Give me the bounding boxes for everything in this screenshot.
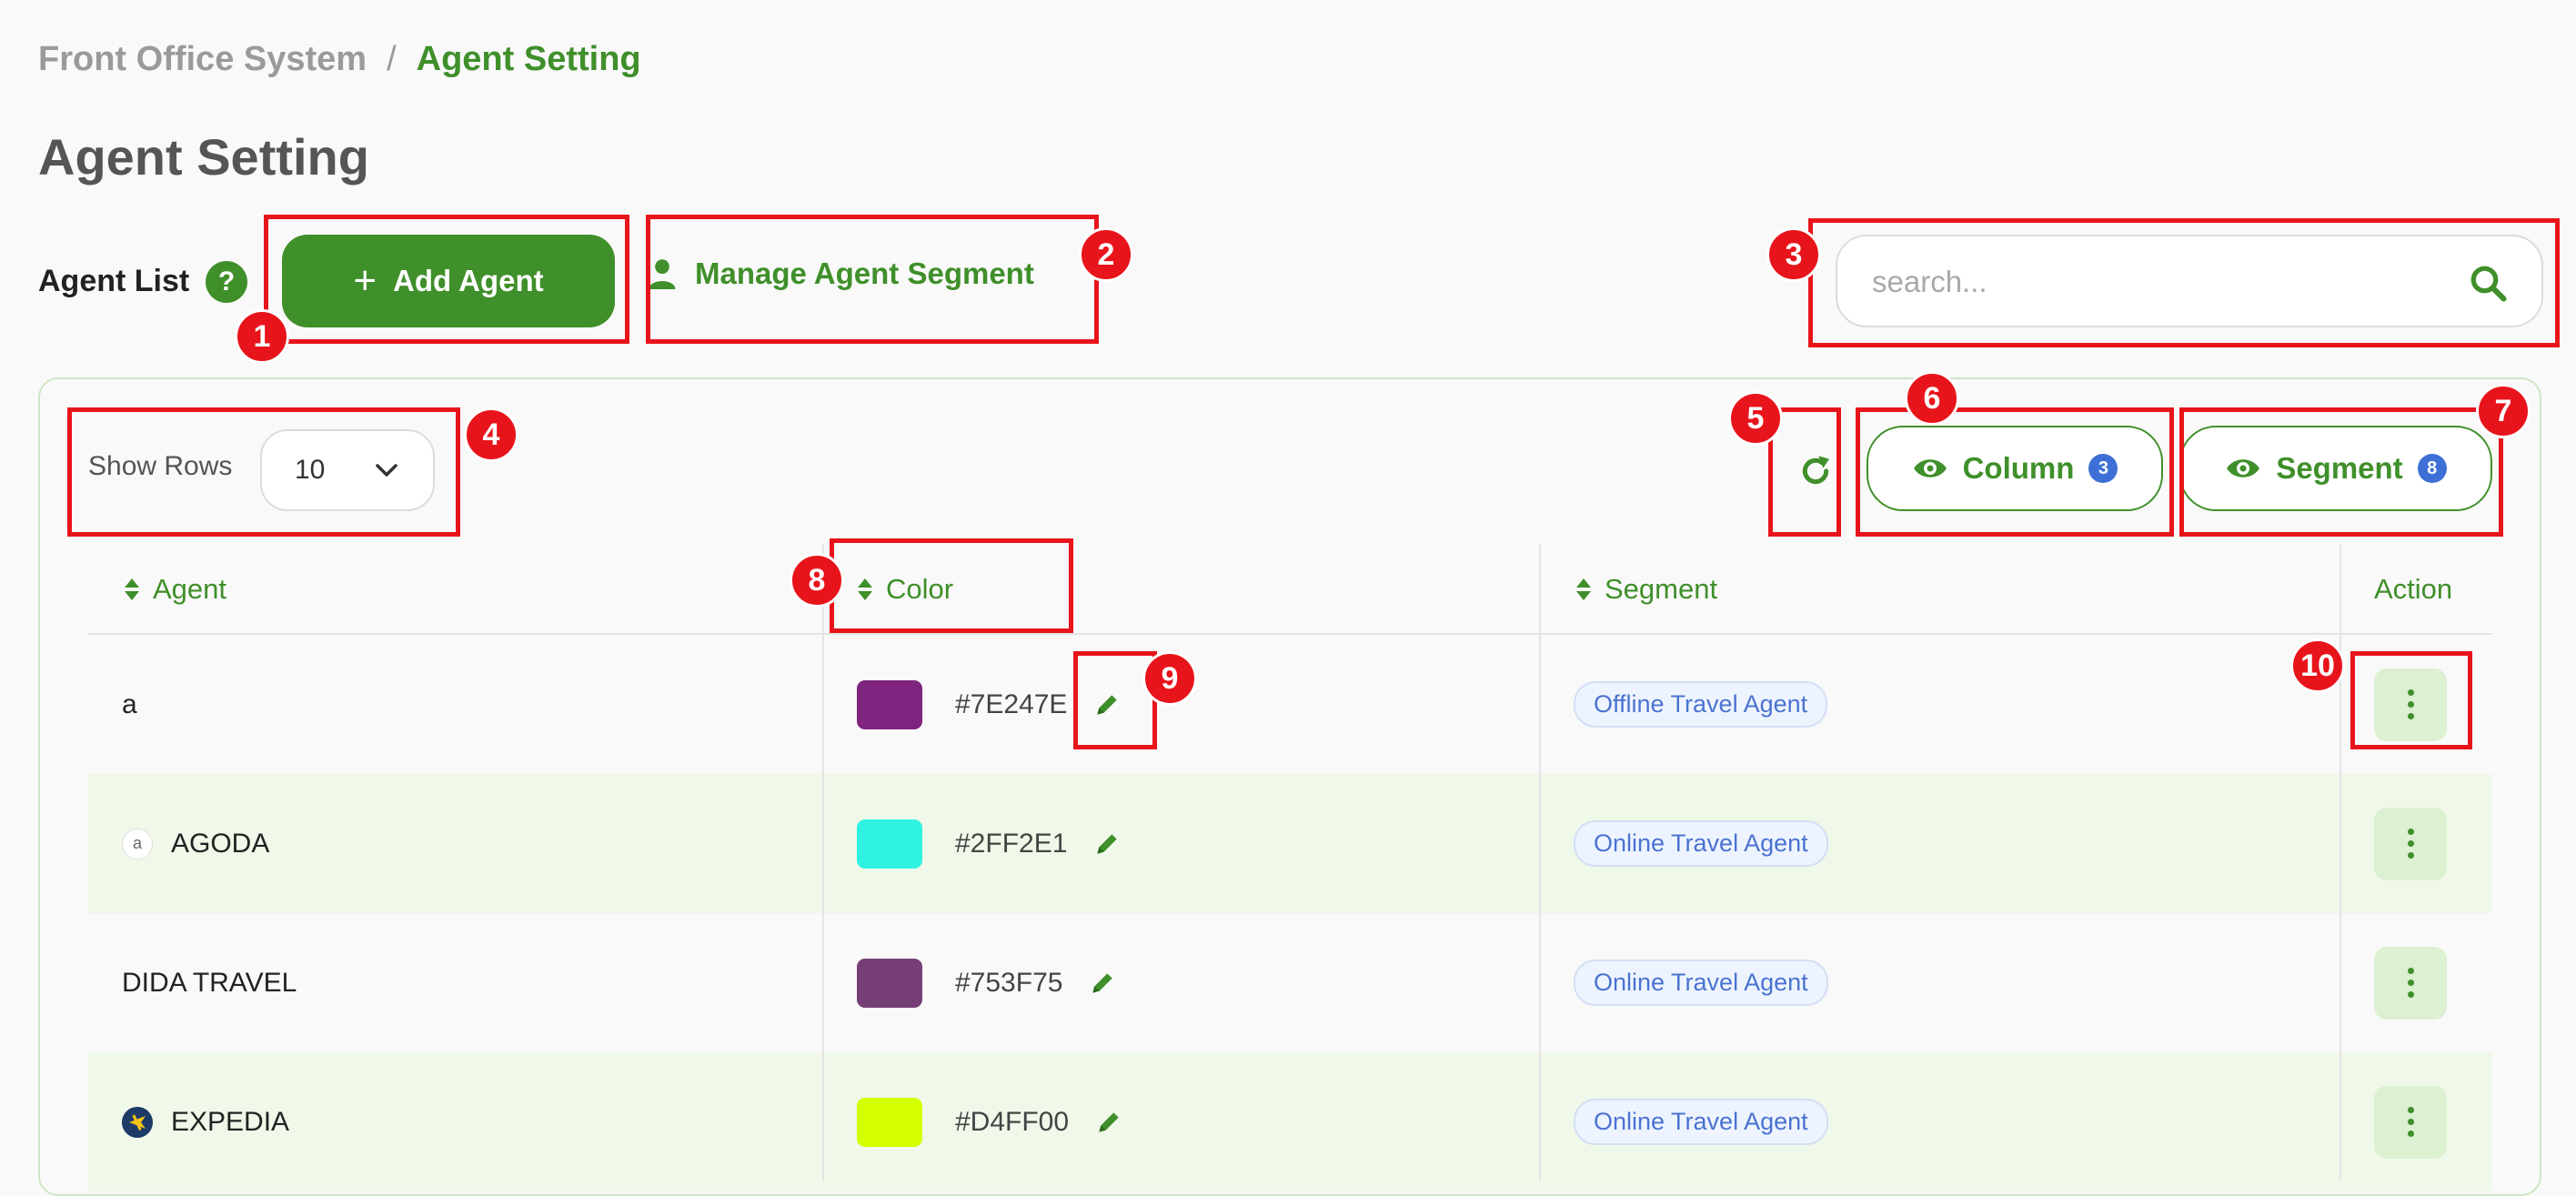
annotation-number: 5: [1728, 391, 1783, 446]
segment-badge: Online Travel Agent: [1574, 960, 1828, 1006]
annotation-box: [1856, 407, 2174, 537]
color-cell: #2FF2E1: [857, 774, 1122, 913]
segment-cell: Online Travel Agent: [1574, 1052, 1828, 1191]
segment-badge: Online Travel Agent: [1574, 820, 1828, 867]
annotation-box: [2179, 407, 2503, 537]
page-title: Agent Setting: [38, 128, 369, 186]
color-hex: #D4FF00: [955, 1106, 1070, 1137]
breadcrumb-root-link[interactable]: Front Office System: [38, 40, 367, 79]
pencil-icon[interactable]: [1092, 829, 1122, 859]
action-column-label: Action: [2374, 573, 2453, 605]
agent-column-label: Agent: [153, 573, 227, 605]
agent-name: AGODA: [171, 828, 270, 859]
annotation-box: [646, 215, 1099, 344]
annotation-box: [264, 215, 629, 344]
annotation-number: 6: [1905, 371, 1959, 426]
agent-name: DIDA TRAVEL: [122, 967, 297, 998]
pencil-icon[interactable]: [1094, 1108, 1123, 1137]
sort-icon: [1576, 578, 1591, 600]
color-swatch: [857, 1097, 922, 1147]
row-actions-button[interactable]: [2374, 1085, 2447, 1159]
annotation-box: [67, 407, 460, 537]
annotation-number: 3: [1766, 227, 1821, 282]
table-row: a #7E247E Offline Travel Agent: [87, 635, 2492, 774]
action-column-header: Action: [2374, 544, 2452, 635]
table-header: Agent Color Segment Action: [87, 544, 2492, 635]
segment-column-header[interactable]: Segment: [1575, 544, 1717, 635]
annotation-number: 4: [464, 407, 518, 462]
color-cell: #D4FF00: [857, 1052, 1123, 1191]
sort-icon: [125, 578, 139, 600]
agoda-logo-icon: a: [122, 828, 153, 859]
breadcrumb-current: Agent Setting: [416, 40, 641, 78]
help-icon[interactable]: ?: [206, 261, 247, 303]
annotation-box: [830, 538, 1073, 633]
color-hex: #753F75: [955, 967, 1063, 998]
color-swatch: [857, 819, 922, 869]
agent-cell: a AGODA: [122, 774, 269, 913]
annotation-box: [1808, 218, 2560, 347]
segment-badge: Offline Travel Agent: [1574, 681, 1828, 728]
color-hex: #2FF2E1: [955, 828, 1068, 859]
segment-cell: Offline Travel Agent: [1574, 635, 1828, 774]
agent-cell: EXPEDIA: [122, 1052, 289, 1191]
breadcrumb-separator: /: [387, 40, 397, 78]
annotation-number: 7: [2476, 384, 2531, 438]
breadcrumb: Front Office System / Agent Setting: [38, 40, 641, 79]
kebab-dot: [2407, 1131, 2414, 1137]
table-row: DIDA TRAVEL #753F75 Online Travel Agent: [87, 913, 2492, 1052]
table-row: a AGODA #2FF2E1 Online Travel Agent: [87, 774, 2492, 913]
annotation-number: 8: [790, 553, 844, 608]
agent-list-label: Agent List: [38, 264, 190, 298]
row-actions-button[interactable]: [2374, 807, 2447, 880]
agent-name: a: [122, 688, 137, 719]
segment-column-label: Segment: [1605, 573, 1718, 605]
kebab-dot: [2407, 991, 2414, 998]
annotation-number: 9: [1142, 651, 1197, 706]
agent-cell: a: [122, 635, 137, 774]
segment-cell: Online Travel Agent: [1574, 774, 1828, 913]
color-swatch: [857, 958, 922, 1008]
segment-badge: Online Travel Agent: [1574, 1099, 1828, 1145]
agent-cell: DIDA TRAVEL: [122, 913, 297, 1052]
annotation-number: 10: [2290, 638, 2345, 693]
annotation-box: [2350, 651, 2472, 749]
color-swatch: [857, 679, 922, 729]
column-divider: [2340, 544, 2341, 1181]
annotation-number: 2: [1079, 227, 1133, 282]
action-cell: [2374, 774, 2447, 913]
expedia-logo-icon: [122, 1106, 153, 1138]
kebab-dot: [2407, 840, 2414, 847]
color-hex: #7E247E: [955, 688, 1068, 719]
column-divider: [822, 544, 824, 1181]
action-cell: [2374, 913, 2447, 1052]
segment-cell: Online Travel Agent: [1574, 913, 1828, 1052]
row-actions-button[interactable]: [2374, 946, 2447, 1020]
agent-name: EXPEDIA: [171, 1106, 290, 1137]
color-cell: #753F75: [857, 913, 1117, 1052]
kebab-dot: [2407, 980, 2414, 986]
action-cell: [2374, 1052, 2447, 1191]
column-divider: [1539, 544, 1541, 1181]
kebab-dot: [2407, 1107, 2414, 1113]
annotation-number: 1: [235, 309, 289, 364]
pencil-icon[interactable]: [1088, 969, 1117, 998]
agent-column-header[interactable]: Agent: [124, 544, 226, 635]
table-row: EXPEDIA #D4FF00 Online Travel Agent: [87, 1052, 2492, 1191]
kebab-dot: [2407, 829, 2414, 835]
kebab-dot: [2407, 852, 2414, 859]
kebab-dot: [2407, 968, 2414, 974]
kebab-dot: [2407, 1119, 2414, 1125]
